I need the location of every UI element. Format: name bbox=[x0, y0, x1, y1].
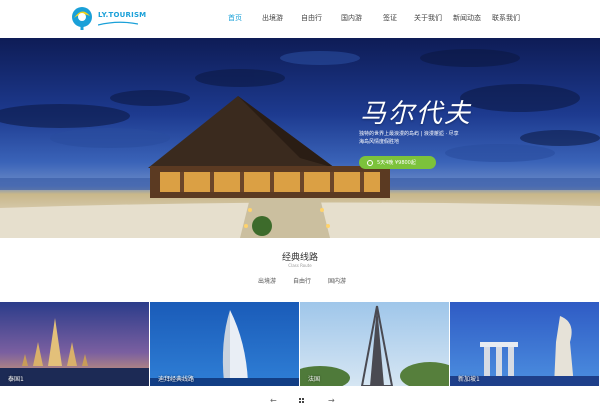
hero-banner[interactable]: 马尔代夫 独特的世界上最浪漫的岛屿 | 浪漫邂逅 · 尽享海岛风情度假胜地 5天… bbox=[0, 38, 600, 238]
route-card-france[interactable]: 法国 bbox=[300, 302, 449, 386]
route-cards: 泰国1 迪拜经典线路 法国 新加坡1 bbox=[0, 302, 600, 386]
next-arrow-icon[interactable]: → bbox=[328, 395, 335, 407]
main-nav: 首页 出境游 自由行 国内游 签证 关于我们 新闻动态 联系我们 bbox=[0, 0, 600, 38]
tab-free-travel[interactable]: 自由行 bbox=[293, 276, 311, 285]
prev-arrow-icon[interactable]: ← bbox=[270, 395, 277, 407]
carousel-pager: ← → bbox=[0, 395, 600, 407]
route-card-label: 迪拜经典线路 bbox=[158, 376, 195, 383]
route-card-singapore[interactable]: 新加坡1 bbox=[450, 302, 599, 386]
grid-icon[interactable] bbox=[299, 398, 305, 404]
nav-item-outbound[interactable]: 出境游 bbox=[262, 13, 283, 23]
route-card-label: 法国 bbox=[308, 376, 321, 383]
banner-button-label: 5天4晚 ¥9800起 bbox=[377, 160, 416, 166]
section-title: 经典线路 bbox=[281, 253, 318, 263]
nav-item-domestic[interactable]: 国内游 bbox=[341, 13, 362, 23]
banner-image bbox=[0, 49, 600, 238]
route-card-dubai[interactable]: 迪拜经典线路 bbox=[150, 302, 299, 386]
route-card-thailand[interactable]: 泰国1 bbox=[0, 302, 149, 386]
site-header: LY.TOURISM 首页 出境游 自由行 国内游 签证 关于我们 新闻动态 联… bbox=[0, 0, 600, 38]
nav-item-about[interactable]: 关于我们 bbox=[414, 13, 442, 23]
route-tabs: 出境游 自由行 国内游 bbox=[0, 276, 600, 286]
clock-icon bbox=[367, 159, 373, 166]
nav-item-contact[interactable]: 联系我们 bbox=[492, 13, 520, 23]
nav-item-news[interactable]: 新闻动态 bbox=[453, 13, 481, 23]
eiffel-tower-icon bbox=[300, 302, 449, 386]
tab-domestic[interactable]: 国内游 bbox=[328, 276, 346, 285]
route-card-label: 新加坡1 bbox=[458, 376, 480, 383]
nav-item-visa[interactable]: 签证 bbox=[383, 13, 397, 23]
banner-book-button[interactable]: 5天4晚 ¥9800起 bbox=[359, 156, 436, 169]
route-card-label: 泰国1 bbox=[8, 376, 24, 383]
nav-item-home[interactable]: 首页 bbox=[228, 13, 242, 23]
nav-item-free-travel[interactable]: 自由行 bbox=[301, 13, 322, 23]
tab-outbound[interactable]: 出境游 bbox=[258, 276, 276, 285]
section-subtitle: Class Route bbox=[288, 263, 312, 268]
banner-description: 独特的世界上最浪漫的岛屿 | 浪漫邂逅 · 尽享海岛风情度假胜地 bbox=[359, 131, 459, 145]
banner-title: 马尔代夫 bbox=[360, 99, 473, 129]
